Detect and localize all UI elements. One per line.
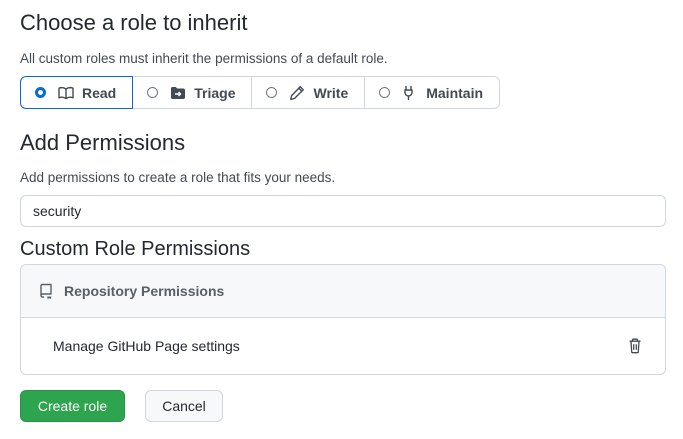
role-option-triage[interactable]: Triage [132, 76, 253, 109]
folder-arrow-icon [170, 85, 186, 101]
add-permissions-description: Add permissions to create a role that fi… [20, 170, 336, 185]
permission-row: Manage GitHub Page settings [21, 318, 665, 374]
book-icon [58, 85, 74, 101]
role-option-maintain[interactable]: Maintain [364, 76, 501, 109]
role-label-write: Write [313, 84, 349, 101]
role-label-triage: Triage [194, 84, 236, 101]
permission-group-label: Repository Permissions [64, 283, 225, 299]
role-option-write[interactable]: Write [251, 76, 366, 109]
permissions-search-input[interactable] [20, 195, 666, 227]
inherit-description: All custom roles must inherit the permis… [20, 51, 388, 66]
role-option-read[interactable]: Read [20, 76, 134, 109]
radio-unselected[interactable] [266, 87, 278, 98]
tools-icon [402, 85, 418, 101]
trash-icon[interactable] [627, 338, 643, 354]
pencil-icon [289, 85, 305, 101]
permissions-box: Repository Permissions Manage GitHub Pag… [20, 264, 666, 375]
inherit-title: Choose a role to inherit [20, 10, 248, 35]
create-role-button[interactable]: Create role [20, 390, 125, 422]
permission-label: Manage GitHub Page settings [53, 338, 240, 354]
permission-group-header: Repository Permissions [21, 265, 665, 318]
role-label-maintain: Maintain [426, 84, 484, 101]
radio-unselected[interactable] [147, 87, 159, 98]
role-label-read: Read [82, 84, 117, 101]
radio-unselected[interactable] [379, 87, 391, 98]
radio-selected[interactable] [35, 87, 46, 98]
cancel-button[interactable]: Cancel [145, 390, 223, 422]
repo-icon [38, 283, 54, 299]
role-selector: Read Triage Write Maintain [20, 76, 501, 109]
add-permissions-title: Add Permissions [20, 130, 186, 155]
custom-permissions-title: Custom Role Permissions [20, 238, 251, 260]
